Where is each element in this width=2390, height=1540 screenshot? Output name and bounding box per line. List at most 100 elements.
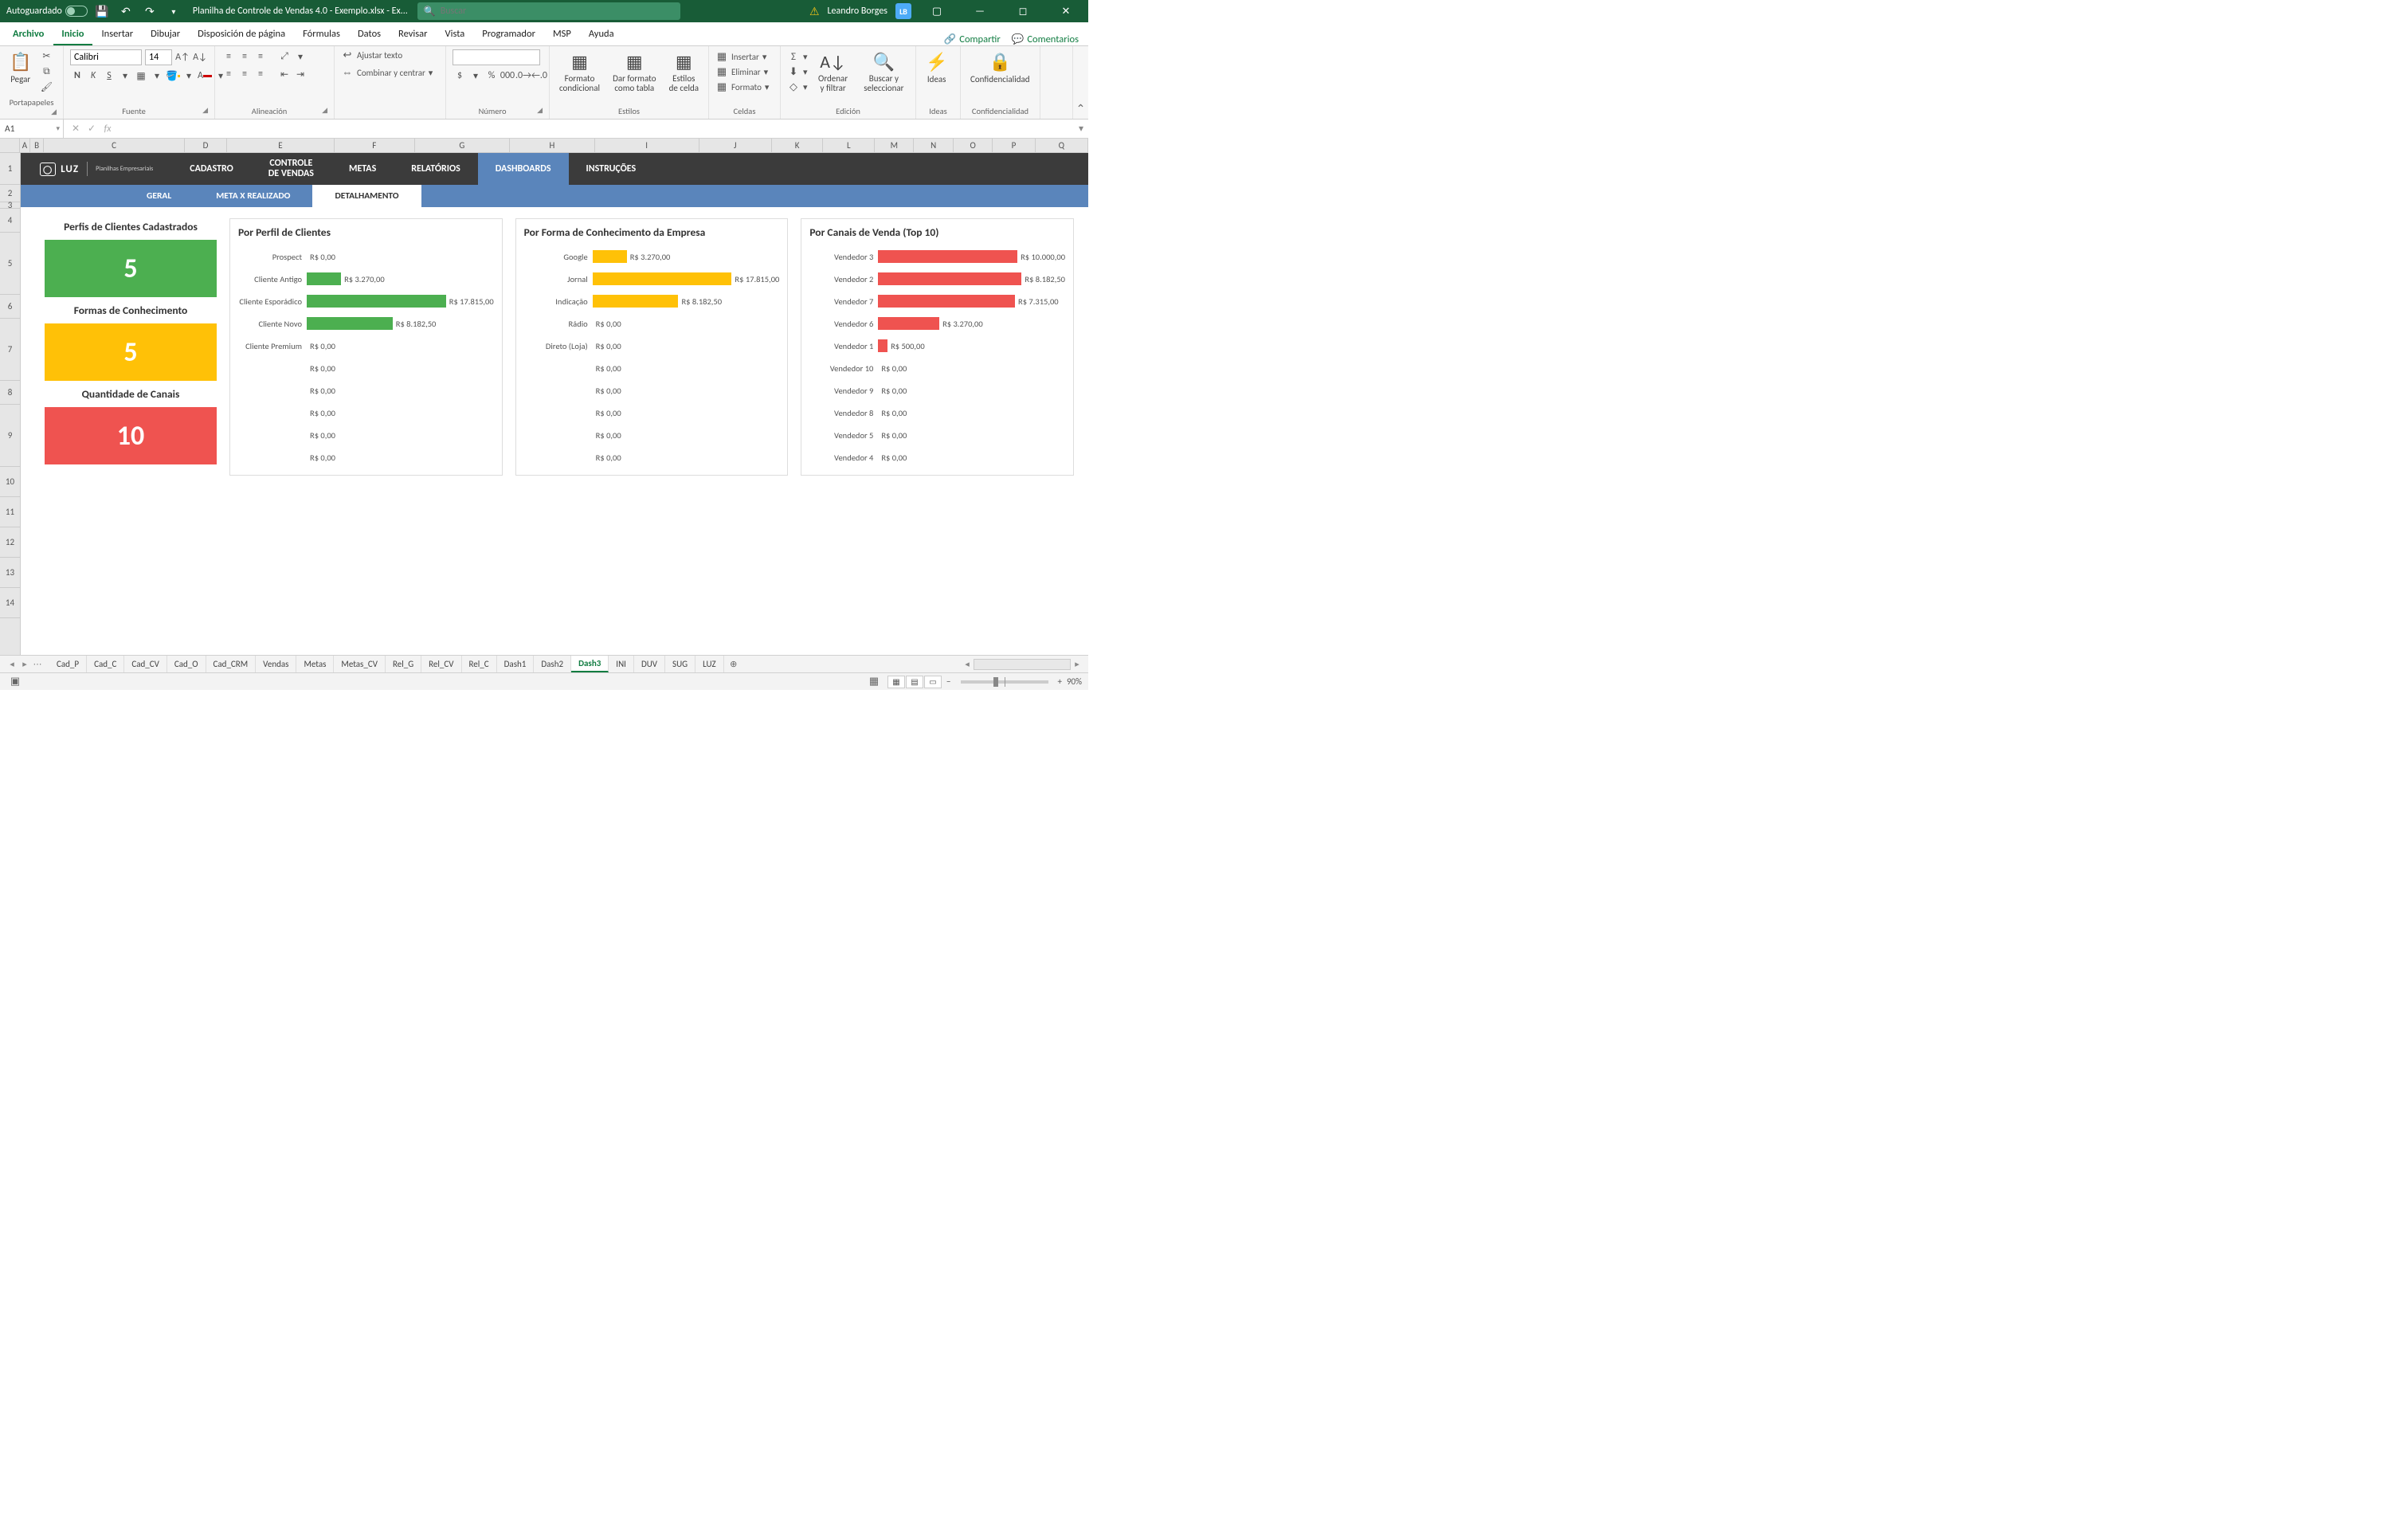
collapse-ribbon-icon[interactable]: ⌃: [1072, 46, 1088, 119]
sort-filter-button[interactable]: A↓Ordenar y filtrar: [813, 49, 854, 95]
nav2-item[interactable]: GERAL: [124, 185, 194, 207]
row-header[interactable]: 13: [0, 558, 20, 588]
tab-draw[interactable]: Dibujar: [143, 23, 188, 45]
sheet-tab[interactable]: Dash3: [571, 656, 609, 672]
save-icon[interactable]: 💾: [92, 2, 112, 21]
sheet-tab[interactable]: Rel_CV: [421, 656, 461, 672]
sheet-tab[interactable]: Cad_CRM: [206, 656, 257, 672]
font-name-select[interactable]: [70, 49, 142, 65]
find-select-button[interactable]: 🔍Buscar y seleccionar: [859, 49, 909, 95]
decrease-decimal-icon[interactable]: ←.0: [532, 69, 547, 83]
italic-icon[interactable]: K: [86, 69, 100, 83]
borders-icon[interactable]: ▦: [134, 69, 148, 83]
column-header[interactable]: J: [699, 139, 772, 152]
row-header[interactable]: 6: [0, 295, 20, 319]
row-header[interactable]: 12: [0, 527, 20, 558]
autosave-toggle[interactable]: Autoguardado: [6, 6, 88, 17]
copy-icon[interactable]: ⧉: [39, 65, 53, 78]
sheet-tab[interactable]: Rel_C: [462, 656, 497, 672]
tab-insert[interactable]: Insertar: [94, 23, 142, 45]
align-left-icon[interactable]: ≡: [221, 67, 236, 81]
row-header[interactable]: 4: [0, 209, 20, 233]
comments-button[interactable]: 💬 Comentarios: [1012, 33, 1079, 45]
worksheet-grid[interactable]: ABCDEFGHIJKLMNOPQ 1234567891011121314 ◯ …: [0, 139, 1088, 655]
ideas-button[interactable]: ⚡Ideas: [923, 49, 950, 86]
wrap-text-button[interactable]: ↩Ajustar texto: [341, 49, 402, 61]
underline-icon[interactable]: S: [102, 69, 116, 83]
zoom-slider[interactable]: [961, 680, 1048, 684]
increase-font-icon[interactable]: A↑: [175, 50, 190, 65]
tabs-next-icon[interactable]: ▸: [19, 659, 30, 669]
tab-layout[interactable]: Disposición de página: [190, 23, 293, 45]
tab-formulas[interactable]: Fórmulas: [295, 23, 348, 45]
sheet-tab[interactable]: Dash2: [534, 656, 571, 672]
tab-msp[interactable]: MSP: [545, 23, 579, 45]
conditional-format-button[interactable]: ▦Formato condicional: [556, 49, 603, 95]
format-painter-icon[interactable]: 🖌: [39, 80, 53, 94]
insert-cells-button[interactable]: ▦Insertar ▾: [715, 51, 769, 63]
column-header[interactable]: E: [227, 139, 335, 152]
search-input[interactable]: [441, 6, 674, 17]
tabs-menu-icon[interactable]: ⋯: [32, 659, 43, 669]
column-header[interactable]: L: [823, 139, 875, 152]
column-header[interactable]: N: [914, 139, 953, 152]
currency-icon[interactable]: $: [453, 69, 467, 83]
tab-review[interactable]: Revisar: [390, 23, 435, 45]
confidentiality-button[interactable]: 🔒Confidencialidad: [967, 49, 1033, 86]
column-header[interactable]: Q: [1036, 139, 1088, 152]
fill-icon[interactable]: ⬇▾: [787, 66, 808, 78]
increase-indent-icon[interactable]: ⇥: [293, 67, 308, 81]
row-header[interactable]: 9: [0, 405, 20, 467]
font-size-select[interactable]: [145, 49, 172, 65]
sheet-tab[interactable]: SUG: [665, 656, 695, 672]
delete-cells-button[interactable]: ▦Eliminar ▾: [715, 66, 769, 78]
record-macro-icon[interactable]: ▣: [6, 676, 24, 688]
align-center-icon[interactable]: ≡: [237, 67, 252, 81]
tab-data[interactable]: Datos: [350, 23, 389, 45]
normal-view-icon[interactable]: ▦: [887, 676, 905, 688]
clear-icon[interactable]: ◇▾: [787, 81, 808, 93]
warning-icon[interactable]: ⚠: [809, 5, 820, 18]
column-header[interactable]: A: [20, 139, 30, 152]
sheet-tab[interactable]: Metas: [296, 656, 334, 672]
sheet-tab[interactable]: Cad_O: [167, 656, 206, 672]
decrease-font-icon[interactable]: A↓: [193, 50, 207, 65]
nav1-item[interactable]: DASHBOARDS: [478, 153, 569, 185]
sheet-tab[interactable]: INI: [609, 656, 634, 672]
tab-view[interactable]: Vista: [437, 23, 473, 45]
column-header[interactable]: G: [415, 139, 511, 152]
row-header[interactable]: 7: [0, 319, 20, 381]
autosum-icon[interactable]: Σ▾: [787, 51, 808, 63]
tab-home[interactable]: Inicio: [53, 23, 92, 45]
align-right-icon[interactable]: ≡: [253, 67, 268, 81]
font-color-icon[interactable]: A: [198, 69, 212, 83]
column-header[interactable]: K: [772, 139, 824, 152]
share-button[interactable]: 🔗 Compartir: [944, 33, 1001, 45]
hscroll-left-icon[interactable]: ◂: [961, 659, 974, 669]
page-layout-view-icon[interactable]: ▤: [906, 676, 923, 688]
merge-center-button[interactable]: ⇔Combinar y centrar ▾: [341, 66, 433, 79]
nav1-item[interactable]: METAS: [331, 153, 394, 185]
add-sheet-icon[interactable]: ⊕: [724, 659, 743, 669]
cut-icon[interactable]: ✂: [39, 49, 53, 63]
row-header[interactable]: 3: [0, 202, 20, 209]
column-header[interactable]: H: [510, 139, 594, 152]
redo-icon[interactable]: ↷: [140, 2, 159, 21]
avatar[interactable]: LB: [895, 3, 911, 19]
align-middle-icon[interactable]: ≡: [237, 49, 252, 64]
increase-decimal-icon[interactable]: .0→: [516, 69, 531, 83]
bold-icon[interactable]: N: [70, 69, 84, 83]
undo-icon[interactable]: ↶: [116, 2, 135, 21]
username[interactable]: Leandro Borges: [828, 6, 888, 17]
nav1-item[interactable]: CADASTRO: [172, 153, 250, 185]
row-header[interactable]: 10: [0, 467, 20, 497]
sheet-tab[interactable]: Cad_CV: [124, 656, 167, 672]
row-header[interactable]: 1: [0, 153, 20, 185]
sheet-tab[interactable]: Cad_C: [87, 656, 124, 672]
fx-icon[interactable]: fx: [100, 123, 115, 135]
minimize-icon[interactable]: —: [962, 0, 997, 22]
number-format-select[interactable]: [453, 49, 540, 65]
nav1-item[interactable]: RELATÓRIOS: [394, 153, 478, 185]
column-header[interactable]: B: [30, 139, 44, 152]
page-break-view-icon[interactable]: ▭: [924, 676, 942, 688]
